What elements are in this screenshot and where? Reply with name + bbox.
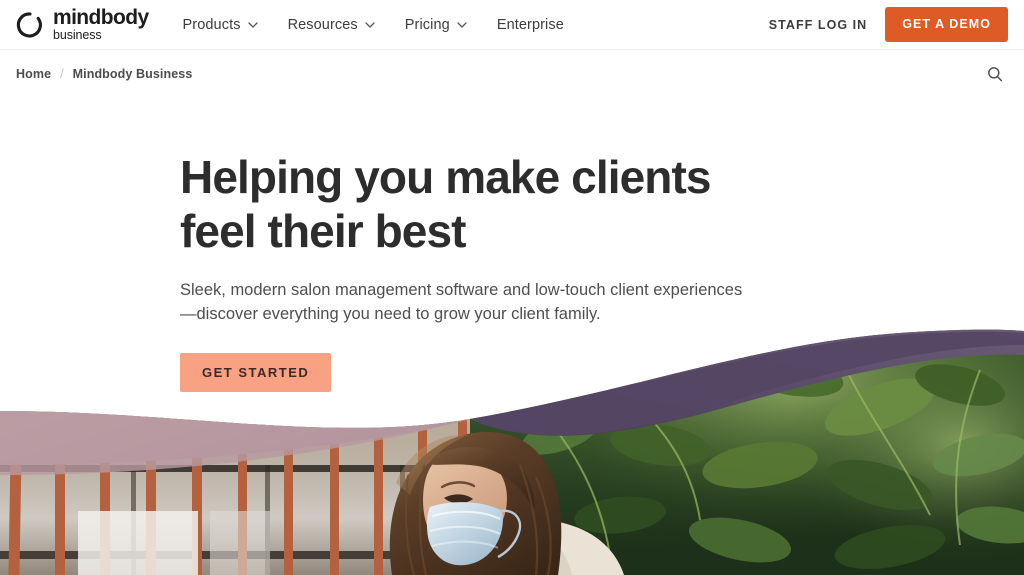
nav-item-pricing-label: Pricing <box>404 16 450 33</box>
site-header: mindbody business Products Resources Pri… <box>0 0 1024 50</box>
hero-section: Helping you make clients feel their best… <box>0 97 1024 575</box>
staff-login-link[interactable]: STAFF LOG IN <box>769 18 867 32</box>
nav-item-resources[interactable]: Resources <box>288 17 375 33</box>
open-circle-logo-mark <box>16 11 44 39</box>
page-title: Helping you make clients feel their best <box>180 150 800 258</box>
logo-word-business: business <box>53 27 102 42</box>
nav-item-enterprise[interactable]: Enterprise <box>497 17 564 33</box>
chevron-down-icon <box>365 21 375 28</box>
nav-item-resources-label: Resources <box>287 16 358 33</box>
page-root: mindbody business Products Resources Pri… <box>0 0 1024 575</box>
chevron-down-icon <box>457 21 467 28</box>
breadcrumb: Home / Mindbody Business <box>16 67 192 81</box>
main-navigation: Products Resources Pricing Enterprise <box>183 17 564 33</box>
nav-item-enterprise-label: Enterprise <box>496 16 564 33</box>
logo-word-mindbody: mindbody <box>53 5 149 29</box>
breadcrumb-item-home[interactable]: Home <box>16 67 51 81</box>
breadcrumb-item-current: Mindbody Business <box>72 66 193 81</box>
mindbody-logo[interactable]: mindbody business <box>16 5 149 42</box>
breadcrumb-separator: / <box>60 66 64 81</box>
chevron-down-icon <box>247 21 258 28</box>
get-started-button[interactable]: GET STARTED <box>180 353 332 392</box>
get-a-demo-button[interactable]: GET A DEMO <box>885 7 1008 42</box>
hero-copy: Helping you make clients feel their best… <box>180 150 800 392</box>
breadcrumb-bar: Home / Mindbody Business <box>0 50 1024 97</box>
search-icon <box>988 66 1003 81</box>
nav-item-products[interactable]: Products <box>183 17 258 33</box>
search-button[interactable] <box>982 61 1008 87</box>
nav-item-products-label: Products <box>182 16 241 33</box>
nav-item-pricing[interactable]: Pricing <box>405 17 467 33</box>
hero-title-line-2: feel their best <box>180 205 466 257</box>
header-actions: STAFF LOG IN GET A DEMO <box>769 7 1008 42</box>
hero-subtitle: Sleek, modern salon management software … <box>180 281 743 323</box>
hero-title-line-1: Helping you make clients <box>180 151 711 203</box>
logo-wordmark: mindbody business <box>53 5 149 42</box>
